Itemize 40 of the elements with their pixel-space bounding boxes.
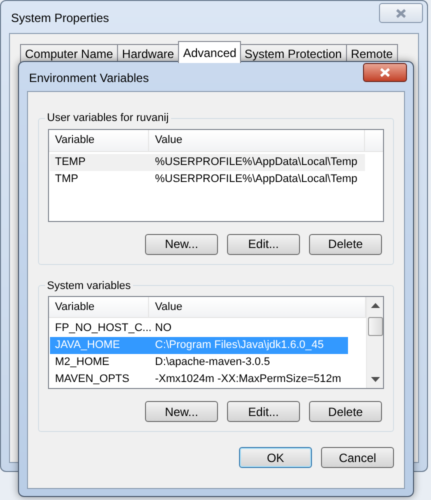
variable-name: M2_HOME [54,355,110,370]
variable-row[interactable]: TEMP %USERPROFILE%\AppData\Local\Temp [50,154,365,170]
variable-row[interactable]: FP_NO_HOST_C... NO [50,320,348,337]
variable-value: %USERPROFILE%\AppData\Local\Temp [154,154,358,170]
scrollbar[interactable] [366,297,383,388]
scroll-down-icon[interactable] [370,377,380,383]
variable-value: D:\apache-maven-3.0.5 [154,355,270,370]
variable-value: NO [154,321,172,336]
close-icon [380,68,390,77]
variable-name: JAVA_HOME [54,338,121,354]
variable-name: MAVEN_OPTS [54,372,130,388]
action-button[interactable]: New... [145,401,218,422]
group-label: User variables for ruvanij [46,111,170,126]
action-button[interactable]: Delete [309,234,382,254]
variable-name: FP_NO_HOST_C... [54,321,150,336]
column-header[interactable]: Variable [49,297,149,317]
variable-value: C:\Program Files\Java\jdk1.6.0_45 [154,338,324,354]
action-button[interactable]: Delete [309,401,382,422]
variable-name: TMP [54,172,80,187]
action-button[interactable]: Edit... [227,401,300,422]
dialog-button[interactable]: Cancel [321,447,394,468]
dialog-button[interactable]: OK [239,447,312,468]
variable-row[interactable]: MAVEN_OPTS -Xmx1024m -XX:MaxPermSize=512m [50,371,348,388]
close-button[interactable] [363,63,407,82]
variable-value: -Xmx1024m -XX:MaxPermSize=512m [154,372,342,388]
variable-name: TEMP [54,154,87,170]
variable-row[interactable]: TMP %USERPROFILE%\AppData\Local\Temp [50,170,365,188]
column-header[interactable]: Value [149,130,365,150]
action-button[interactable]: New... [145,234,218,254]
group-label: System variables [46,278,132,294]
variable-value: %USERPROFILE%\AppData\Local\Temp [154,172,358,187]
variable-row[interactable]: M2_HOME D:\apache-maven-3.0.5 [50,354,348,371]
window-title: System Properties [11,10,110,27]
action-button[interactable]: Edit... [227,234,300,254]
dialog-title: Environment Variables [29,70,149,87]
scroll-up-icon[interactable] [370,303,380,309]
tab[interactable]: Advanced [178,41,242,63]
column-header[interactable]: Variable [49,130,149,150]
scroll-thumb[interactable] [368,317,382,336]
close-icon [396,8,406,18]
